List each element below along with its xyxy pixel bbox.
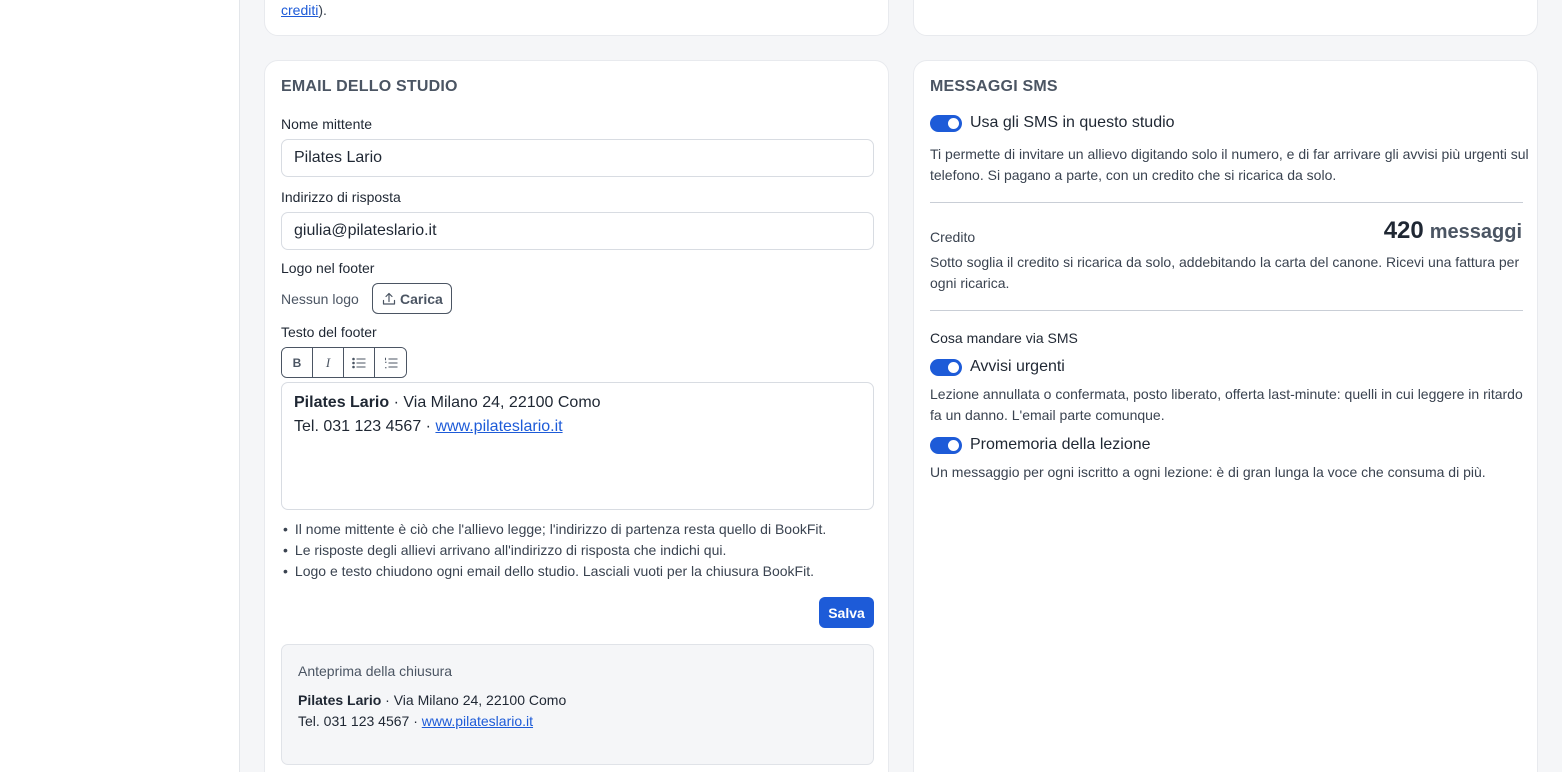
preview-studio-name: Pilates Lario <box>298 692 382 708</box>
list-item: Le risposte degli allievi arrivano all'i… <box>283 540 826 561</box>
editor-phone: Tel. 031 123 4567 · <box>294 418 436 435</box>
divider <box>930 202 1523 203</box>
bullet-list-icon <box>352 357 366 368</box>
sms-settings-card: MESSAGGI SMS Usa gli SMS in questo studi… <box>913 60 1538 772</box>
numbered-list-icon <box>384 357 397 368</box>
footer-preview: Anteprima della chiusura Pilates Lario ·… <box>281 644 874 765</box>
use-sms-toggle[interactable] <box>930 114 962 132</box>
use-sms-description: Ti permette di invitare un allievo digit… <box>930 146 1529 183</box>
editor-toolbar: B I <box>281 347 407 378</box>
numbered-list-button[interactable] <box>375 348 406 377</box>
bold-icon: B <box>292 355 302 370</box>
sender-name-input[interactable] <box>281 139 874 177</box>
sender-name-label: Nome mittente <box>281 116 373 132</box>
bullet-list-button[interactable] <box>344 348 375 377</box>
credit-unit: messaggi <box>1429 221 1522 243</box>
email-notes-list: Il nome mittente è ciò che l'allievo leg… <box>283 519 826 582</box>
footer-logo-label: Logo nel footer <box>281 260 375 276</box>
preview-phone: Tel. 031 123 4567 · <box>298 713 422 729</box>
sms-types-label: Cosa mandare via SMS <box>930 330 1078 346</box>
urgent-alerts-description: Lezione annullata o confermata, posto li… <box>930 386 1523 423</box>
reminder-toggle-row[interactable]: Promemoria della lezione <box>930 436 1151 454</box>
upload-logo-button[interactable]: Carica <box>372 283 452 314</box>
upload-icon <box>382 292 396 305</box>
credits-link[interactable]: crediti <box>281 2 318 18</box>
preview-address: · Via Milano 24, 22100 Como <box>381 692 567 708</box>
italic-icon: I <box>325 354 331 370</box>
reply-address-label: Indirizzo di risposta <box>281 189 401 205</box>
editor-address: · Via Milano 24, 22100 Como <box>389 394 601 411</box>
urgent-alerts-toggle[interactable] <box>930 358 962 376</box>
credit-label: Credito <box>930 229 976 245</box>
editor-studio-name: Pilates Lario <box>294 394 390 411</box>
credit-value: 420 messaggi <box>1384 217 1522 245</box>
editor-line-2: Tel. 031 123 4567 · www.pilateslario.it <box>294 415 861 439</box>
previous-card-right <box>913 0 1538 36</box>
urgent-toggle-row[interactable]: Avvisi urgenti <box>930 358 1065 376</box>
email-card-title: EMAIL DELLO STUDIO <box>281 78 458 95</box>
use-sms-toggle-row[interactable]: Usa gli SMS in questo studio <box>930 114 1175 132</box>
editor-line-1: Pilates Lario · Via Milano 24, 22100 Com… <box>294 391 861 415</box>
previous-suffix: ). <box>318 2 327 18</box>
preview-line-2: Tel. 031 123 4567 · www.pilateslario.it <box>298 711 566 732</box>
sidebar <box>0 0 240 772</box>
lesson-reminder-description: Un messaggio per ogni iscritto a ogni le… <box>930 464 1486 480</box>
logo-status: Nessun logo <box>281 291 359 307</box>
credit-number: 420 <box>1383 217 1424 244</box>
list-item: Logo e testo chiudono ogni email dello s… <box>283 561 826 582</box>
preview-body: Pilates Lario · Via Milano 24, 22100 Com… <box>298 690 566 732</box>
lesson-reminder-toggle[interactable] <box>930 436 962 454</box>
reply-address-input[interactable] <box>281 212 874 250</box>
use-sms-label: Usa gli SMS in questo studio <box>970 114 1175 131</box>
preview-website-link[interactable]: www.pilateslario.it <box>422 713 533 729</box>
save-button[interactable]: Salva <box>819 597 874 628</box>
previous-card-text: crediti). <box>281 2 327 18</box>
upload-logo-label: Carica <box>400 290 443 307</box>
footer-text-label: Testo del footer <box>281 324 377 340</box>
footer-text-editor[interactable]: Pilates Lario · Via Milano 24, 22100 Com… <box>281 382 874 510</box>
divider <box>930 310 1523 311</box>
editor-website-link[interactable]: www.pilateslario.it <box>435 418 562 435</box>
italic-button[interactable]: I <box>313 348 344 377</box>
email-settings-card: EMAIL DELLO STUDIO Nome mittente Indiriz… <box>264 60 889 772</box>
preview-label: Anteprima della chiusura <box>298 663 453 679</box>
credit-description: Sotto soglia il credito si ricarica da s… <box>930 254 1520 291</box>
preview-line-1: Pilates Lario · Via Milano 24, 22100 Com… <box>298 690 566 711</box>
urgent-alerts-label: Avvisi urgenti <box>970 358 1065 375</box>
lesson-reminder-label: Promemoria della lezione <box>970 436 1151 453</box>
list-item: Il nome mittente è ciò che l'allievo leg… <box>283 519 826 540</box>
sms-card-title: MESSAGGI SMS <box>930 78 1058 95</box>
bold-button[interactable]: B <box>282 348 313 377</box>
previous-card-left: crediti). <box>264 0 889 36</box>
